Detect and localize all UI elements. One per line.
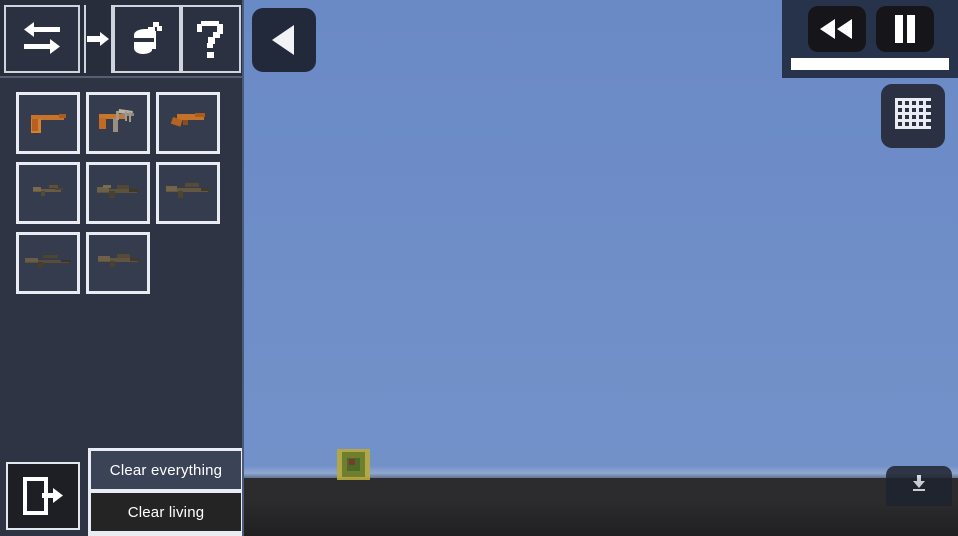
shotgun-icon: [98, 254, 139, 267]
game-screen: Clear everything Clear living: [0, 0, 958, 536]
rewind-button[interactable]: [808, 6, 866, 52]
smg-icon: [99, 109, 134, 132]
clear-everything-button[interactable]: Clear everything: [91, 451, 241, 489]
carbine-icon: [33, 185, 63, 196]
left-sidebar: Clear everything Clear living: [0, 0, 244, 536]
arrow-right-icon: [87, 32, 109, 46]
exit-button[interactable]: [6, 462, 80, 530]
help-button[interactable]: [181, 5, 241, 73]
spray-can-icon: [133, 22, 162, 54]
inventory-slot-machine-pistol[interactable]: [86, 92, 150, 154]
sawed-off-icon: [170, 113, 205, 127]
swap-tool-button[interactable]: [4, 5, 80, 73]
speed-slider[interactable]: [791, 58, 949, 70]
clear-living-button[interactable]: Clear living: [91, 493, 241, 531]
inventory-slot-battle-rifle[interactable]: [156, 162, 220, 224]
collapse-panel-button[interactable]: [252, 8, 316, 72]
inventory-slot-pistol[interactable]: [16, 92, 80, 154]
spray-tool-button[interactable]: [113, 5, 181, 73]
swap-arrows-icon: [24, 22, 60, 54]
download-icon: [913, 475, 925, 491]
grid-icon: [895, 98, 931, 129]
sidebar-edge: [242, 0, 244, 536]
clear-buttons-group: Clear everything Clear living: [88, 448, 244, 536]
inventory-slot-assault-rifle[interactable]: [86, 162, 150, 224]
pistol-icon: [31, 114, 66, 133]
crate-core: [349, 459, 355, 465]
inventory-slot-shotgun[interactable]: [86, 232, 150, 294]
inventory-slot-sawed-off-shotgun[interactable]: [156, 92, 220, 154]
spawn-menu-tab[interactable]: [886, 466, 952, 506]
grid-toggle-button[interactable]: [881, 84, 945, 148]
exit-door-icon: [23, 477, 63, 515]
inventory-slot-carbine[interactable]: [16, 162, 80, 224]
sniper-rifle-icon: [25, 255, 71, 268]
question-mark-icon: [197, 21, 223, 58]
playback-controls: [782, 0, 958, 78]
inventory-slot-sniper-rifle[interactable]: [16, 232, 80, 294]
rewind-icon: [820, 19, 852, 39]
battle-rifle-icon: [166, 183, 210, 198]
assault-rifle-icon: [97, 185, 139, 198]
sidebar-toolbar: [0, 0, 244, 78]
insert-tool-button[interactable]: [86, 5, 112, 73]
triangle-left-icon: [272, 25, 294, 55]
toolbar-underline: [0, 76, 244, 78]
crate-object[interactable]: [337, 449, 370, 480]
pause-button[interactable]: [876, 6, 934, 52]
pause-icon: [895, 15, 915, 43]
